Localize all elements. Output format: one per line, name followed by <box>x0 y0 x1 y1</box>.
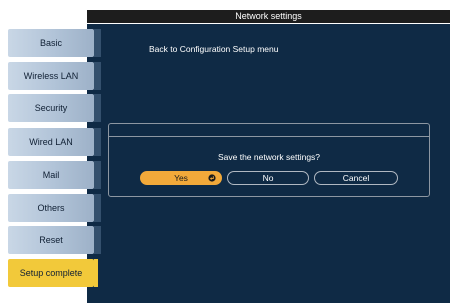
sidebar-item-label: Setup complete <box>19 268 83 278</box>
sidebar-item-edge <box>94 62 101 90</box>
sidebar-item-label: Reset <box>39 235 63 245</box>
window-title-bar: Network settings <box>87 10 450 23</box>
sidebar-item-label: Wired LAN <box>29 137 73 147</box>
cancel-button-label: Cancel <box>342 173 370 183</box>
sidebar-item-mail[interactable]: Mail <box>8 161 101 189</box>
sidebar-item-edge <box>94 161 101 189</box>
sidebar-item-others[interactable]: Others <box>8 194 101 222</box>
sidebar-item-basic[interactable]: Basic <box>8 29 101 57</box>
page-title: Network settings <box>235 11 302 21</box>
sidebar-item-edge <box>94 94 101 122</box>
sidebar-item-wireless-lan[interactable]: Wireless LAN <box>8 62 101 90</box>
confirm-dialog: Save the network settings? Yes No Cancel <box>108 123 430 197</box>
sidebar-item-label: Security <box>34 103 68 113</box>
sidebar-item-setup-complete[interactable]: Setup complete <box>8 259 98 287</box>
sidebar: Basic Wireless LAN Security Wired LAN Ma… <box>0 24 101 303</box>
no-button[interactable]: No <box>227 171 309 185</box>
sidebar-item-edge <box>94 194 101 222</box>
dialog-title-bar <box>109 124 429 137</box>
yes-button[interactable]: Yes <box>140 171 222 185</box>
enter-icon <box>208 174 216 182</box>
sidebar-item-edge <box>94 128 101 156</box>
no-button-label: No <box>262 173 274 183</box>
cancel-button[interactable]: Cancel <box>314 171 398 185</box>
sidebar-item-label: Others <box>37 203 65 213</box>
dialog-message: Save the network settings? <box>217 152 321 162</box>
sidebar-item-label: Wireless LAN <box>23 71 79 81</box>
back-to-configuration-link[interactable]: Back to Configuration Setup menu <box>149 44 278 54</box>
sidebar-item-edge <box>94 226 101 254</box>
sidebar-item-label: Mail <box>42 170 60 180</box>
sidebar-item-label: Basic <box>39 38 62 48</box>
sidebar-item-reset[interactable]: Reset <box>8 226 101 254</box>
sidebar-item-edge <box>94 259 98 287</box>
sidebar-item-security[interactable]: Security <box>8 94 101 122</box>
yes-button-label: Yes <box>174 173 188 183</box>
sidebar-item-edge <box>94 29 101 57</box>
sidebar-item-wired-lan[interactable]: Wired LAN <box>8 128 101 156</box>
